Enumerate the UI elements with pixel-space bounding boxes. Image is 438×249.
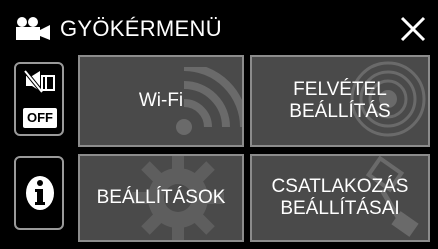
connection-settings-tile[interactable]: CSATLAKOZÁS BEÁLLÍTÁSAI — [250, 154, 430, 242]
page-title: GYÖKÉRMENÜ — [60, 16, 222, 41]
video-camera-icon — [16, 17, 50, 40]
tile-label-line1: CSATLAKOZÁS — [271, 176, 409, 197]
info-button[interactable] — [14, 156, 64, 230]
off-badge: OFF — [23, 108, 57, 128]
info-icon — [26, 176, 54, 210]
tile-label: FELVÉTEL BEÁLLÍTÁS — [252, 57, 428, 145]
header-bar: GYÖKÉRMENÜ — [0, 0, 438, 56]
tile-label: Wi-Fi — [80, 57, 242, 145]
wifi-tile[interactable]: Wi-Fi — [78, 55, 244, 147]
sound-off-icon — [24, 70, 55, 94]
tile-label-line2: BEÁLLÍTÁSAI — [280, 198, 400, 219]
close-icon[interactable] — [398, 14, 428, 44]
tile-label-line1: Wi-Fi — [138, 90, 184, 111]
settings-tile[interactable]: BEÁLLÍTÁSOK — [78, 154, 244, 242]
tile-label-line2: BEÁLLÍTÁS — [289, 101, 391, 122]
recording-settings-tile[interactable]: FELVÉTEL BEÁLLÍTÁS — [250, 55, 430, 147]
tile-label: BEÁLLÍTÁSOK — [80, 156, 242, 240]
root-menu-screen: GYÖKÉRMENÜ OFF Wi-Fi FELVÉTEL BEÁLLÍTÁS … — [0, 0, 438, 249]
tile-label: CSATLAKOZÁS BEÁLLÍTÁSAI — [252, 156, 428, 240]
tile-label-line1: BEÁLLÍTÁSOK — [96, 187, 226, 208]
tile-label-line1: FELVÉTEL — [293, 79, 387, 100]
sound-off-button[interactable]: OFF — [14, 62, 64, 136]
